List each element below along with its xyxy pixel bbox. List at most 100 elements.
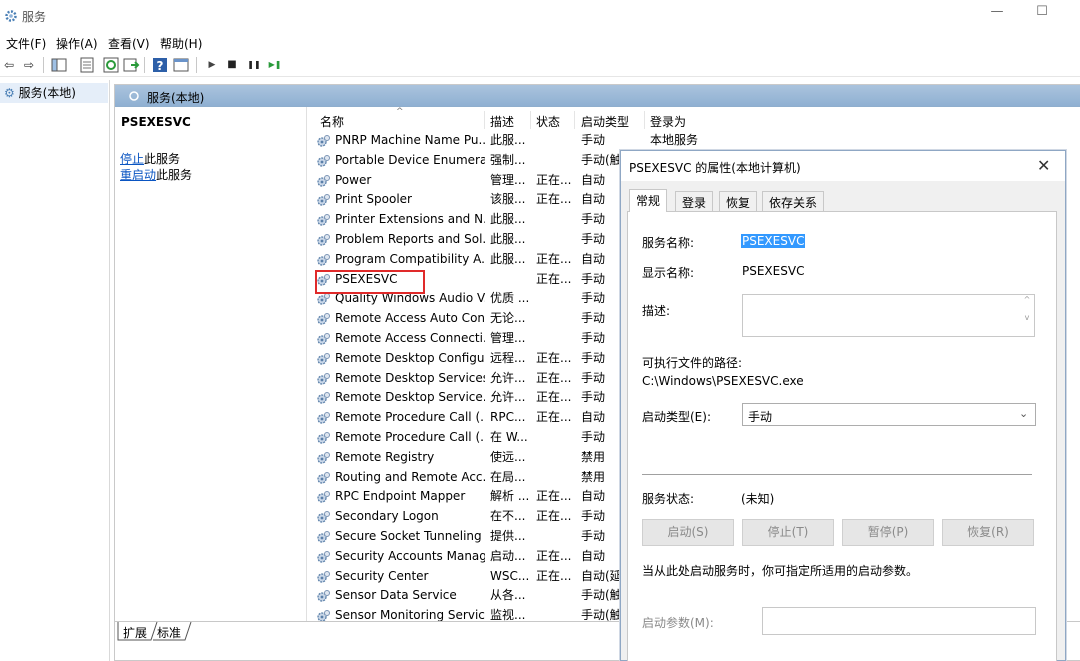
- extended-description-panel: PSEXESVC 停止此服务 重启动此服务: [115, 107, 307, 621]
- help-icon[interactable]: ?: [151, 56, 169, 74]
- refresh-icon[interactable]: [102, 56, 120, 74]
- start-button[interactable]: 启动(S): [642, 519, 734, 546]
- svg-text:?: ?: [157, 59, 164, 73]
- resume-button[interactable]: 恢复(R): [942, 519, 1034, 546]
- service-startup-type: 手动(触: [581, 608, 622, 621]
- service-gear-icon: [317, 511, 330, 523]
- service-gear-icon: [317, 550, 330, 563]
- service-description: 提供...: [490, 529, 526, 543]
- service-startup-type: 手动: [581, 430, 606, 444]
- service-description: 该服...: [490, 192, 526, 207]
- tab-dependencies[interactable]: 依存关系: [762, 191, 825, 211]
- service-gear-icon: [317, 154, 330, 167]
- console-icon[interactable]: [172, 56, 190, 74]
- tab-general[interactable]: 常规: [629, 189, 668, 212]
- service-gear-icon: [317, 590, 330, 603]
- startup-type-label: 启动类型(E):: [642, 410, 711, 424]
- show-hide-tree-icon[interactable]: [50, 56, 68, 74]
- tree-node-services-local[interactable]: ⚙ 服务(本地): [0, 83, 108, 103]
- pause-service-icon[interactable]: ❚❚: [245, 56, 263, 74]
- service-description: 此服...: [490, 232, 526, 246]
- service-gear-icon: [317, 313, 330, 325]
- toolbar: ⇦ ⇨ ? ▶ ■ ❚❚ ▶❚: [0, 53, 1080, 77]
- column-logon-as[interactable]: 登录为: [650, 113, 686, 130]
- service-startup-type: 手动: [581, 271, 606, 286]
- column-startup-type[interactable]: 启动类型: [581, 113, 629, 130]
- service-name: Security Accounts Manag...: [335, 548, 485, 563]
- tab-standard[interactable]: 标准: [157, 624, 181, 641]
- properties-icon[interactable]: [78, 56, 96, 74]
- column-status[interactable]: 状态: [536, 113, 560, 130]
- service-status: 正在...: [536, 350, 572, 365]
- service-status: 正在...: [536, 172, 572, 187]
- minimize-button[interactable]: —: [982, 4, 1012, 26]
- description-field[interactable]: ^ v: [742, 294, 1035, 337]
- tab-logon[interactable]: 登录: [675, 191, 714, 211]
- service-description: 解析 ...: [490, 489, 530, 504]
- service-name: Secondary Logon: [335, 509, 439, 524]
- service-description: 监视...: [490, 608, 526, 621]
- service-startup-type: 自动: [581, 172, 606, 187]
- service-description: 无论...: [490, 311, 526, 326]
- service-description: 在不...: [490, 509, 526, 524]
- start-service-icon[interactable]: ▶: [203, 56, 221, 74]
- display-name-label: 显示名称:: [642, 266, 695, 280]
- service-gear-icon: [317, 194, 330, 207]
- startup-type-select[interactable]: 手动 ⌄: [742, 403, 1036, 426]
- service-startup-type: 手动: [581, 291, 606, 306]
- tab-extended[interactable]: 扩展: [123, 624, 147, 641]
- service-description: 此服...: [490, 251, 526, 266]
- back-icon[interactable]: ⇦: [0, 56, 18, 74]
- service-name: Remote Access Auto Con...: [335, 311, 485, 326]
- column-name[interactable]: 名称: [320, 113, 344, 130]
- service-name: Portable Device Enumera...: [335, 152, 485, 167]
- general-tab-panel: 服务名称: PSEXESVC 显示名称: PSEXESVC 描述: ^ v 可执行…: [627, 211, 1057, 661]
- tab-recovery[interactable]: 恢复: [719, 191, 758, 211]
- service-name: Sensor Data Service: [335, 588, 457, 603]
- restart-service-link[interactable]: 重启动: [120, 168, 156, 182]
- stop-button[interactable]: 停止(T): [742, 519, 834, 546]
- service-gear-icon: [317, 234, 330, 246]
- service-row[interactable]: PNRP Machine Name Pu... 此服... 手动 本地服务: [311, 131, 1080, 151]
- service-gear-icon: [317, 432, 330, 444]
- maximize-button[interactable]: ☐: [1027, 4, 1057, 26]
- menu-file[interactable]: 文件(F): [6, 35, 46, 52]
- service-startup-type: 手动: [581, 529, 606, 543]
- service-description: WSC...: [490, 568, 530, 583]
- pause-button[interactable]: 暂停(P): [842, 519, 934, 546]
- forward-icon[interactable]: ⇨: [20, 56, 38, 74]
- selected-service-name: PSEXESVC: [121, 115, 191, 129]
- export-list-icon[interactable]: [122, 56, 140, 74]
- highlight-box: [315, 270, 425, 294]
- service-gear-icon: [317, 135, 330, 147]
- stop-service-link[interactable]: 停止: [120, 152, 144, 166]
- column-description[interactable]: 描述: [490, 113, 514, 130]
- properties-dialog: PSEXESVC 的属性(本地计算机) ✕ 常规 登录 恢复 依存关系 服务名称…: [620, 150, 1066, 661]
- stop-service-icon[interactable]: ■: [223, 56, 241, 74]
- service-gear-icon: [317, 214, 330, 226]
- service-startup-type: 自动: [581, 548, 606, 563]
- menu-view[interactable]: 查看(V): [108, 35, 150, 52]
- service-name: Sensor Monitoring Service: [335, 608, 485, 621]
- service-name: Printer Extensions and N...: [335, 212, 485, 227]
- service-name-value[interactable]: PSEXESVC: [741, 234, 806, 248]
- description-scrollbar[interactable]: ^ v: [1020, 295, 1034, 336]
- service-name: PNRP Machine Name Pu...: [335, 133, 485, 147]
- stop-service-line: 停止此服务: [120, 152, 181, 166]
- service-description: 在局...: [490, 469, 526, 484]
- service-status: 正在...: [536, 251, 572, 266]
- service-name: Remote Procedure Call (...: [335, 410, 485, 425]
- service-name: Power: [335, 172, 372, 187]
- service-name: Remote Registry: [335, 449, 435, 464]
- display-name-value[interactable]: PSEXESVC: [742, 264, 804, 278]
- menu-help[interactable]: 帮助(H): [160, 35, 202, 52]
- close-icon[interactable]: ✕: [1037, 156, 1050, 175]
- service-name: Remote Access Connecti...: [335, 331, 485, 345]
- service-gear-icon: [317, 392, 330, 405]
- service-description: 在 W...: [490, 430, 528, 444]
- restart-service-icon[interactable]: ▶❚: [266, 56, 284, 74]
- service-description: 从各...: [490, 588, 526, 603]
- menu-action[interactable]: 操作(A): [56, 35, 98, 52]
- start-params-input[interactable]: [762, 607, 1036, 635]
- service-startup-type: 手动: [581, 350, 606, 365]
